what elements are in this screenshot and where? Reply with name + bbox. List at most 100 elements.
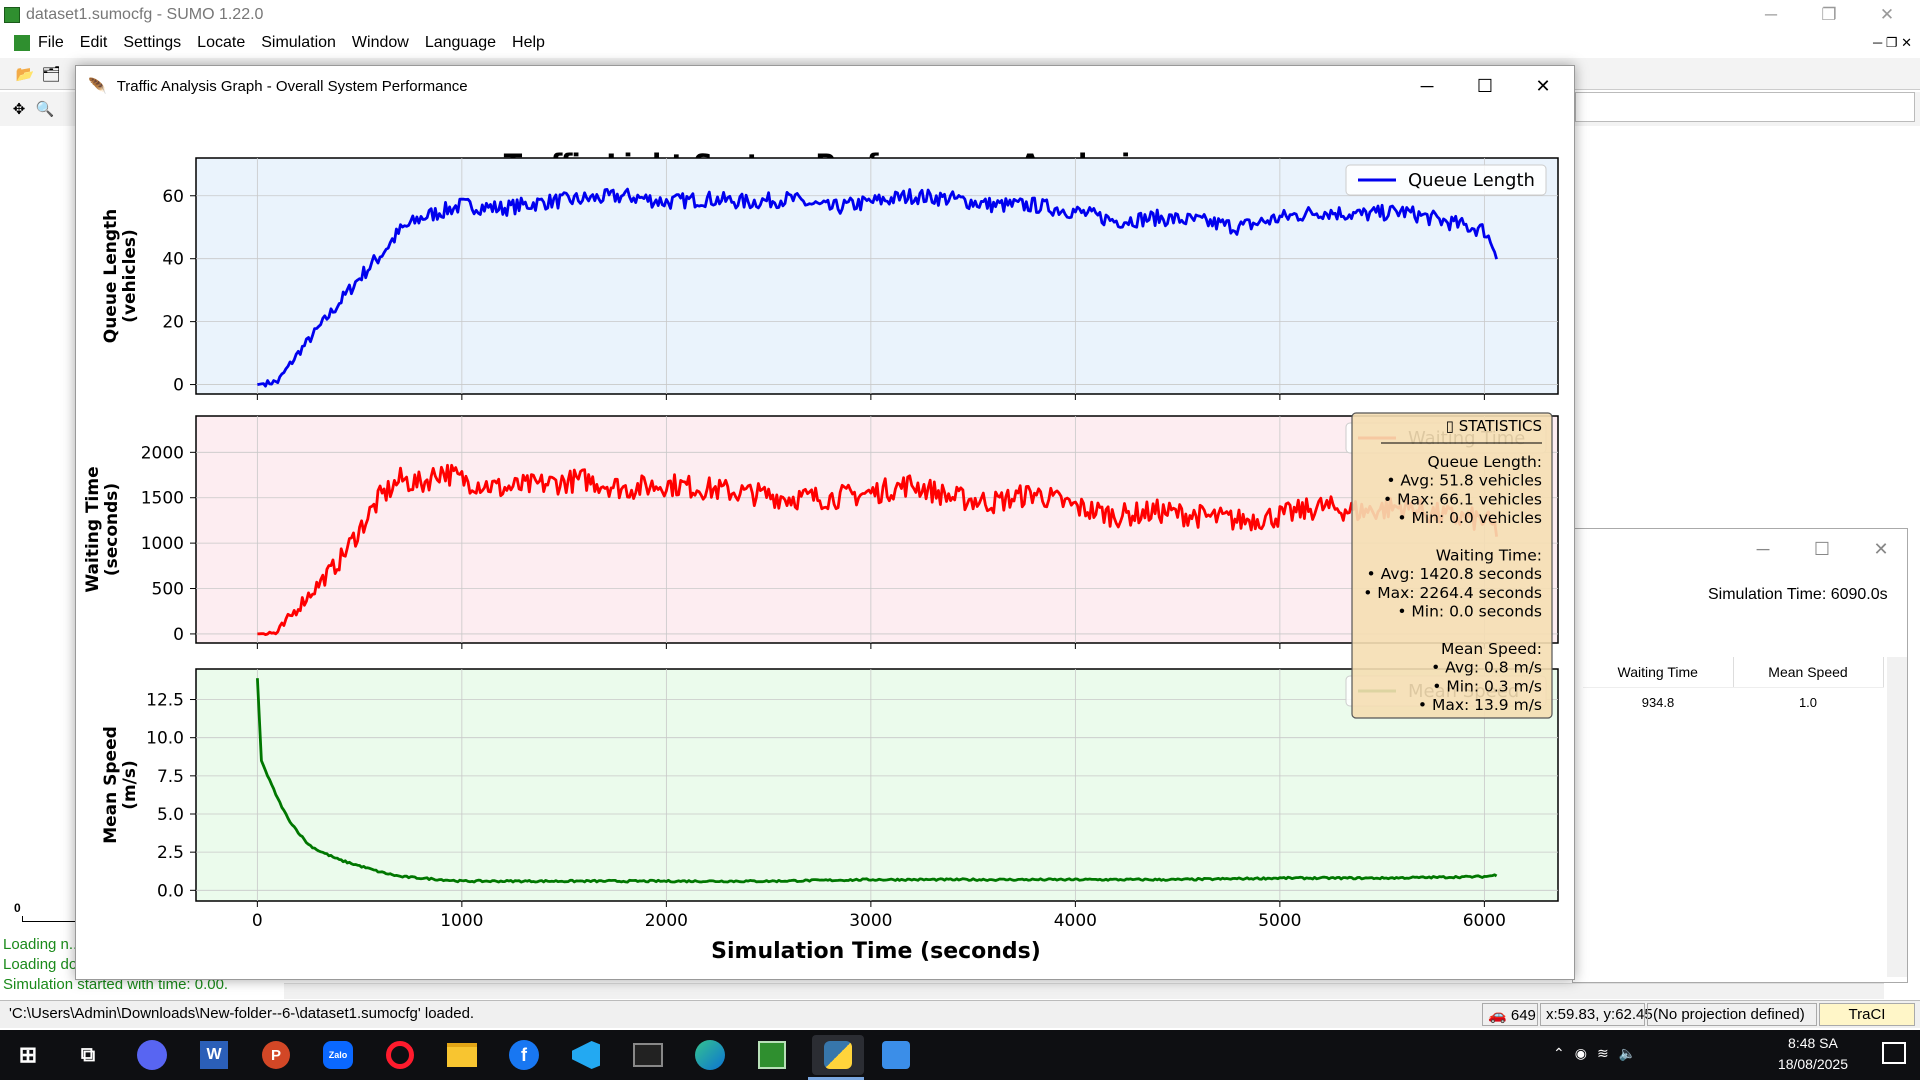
terminal-icon[interactable]	[628, 1035, 668, 1075]
open-folder-icon[interactable]: 📂	[14, 63, 36, 85]
sumo-title-bar: dataset1.sumocfg - SUMO 1.22.0	[0, 0, 1920, 30]
menu-language[interactable]: Language	[425, 34, 496, 52]
word-icon[interactable]: W	[194, 1035, 234, 1075]
monitor-close-button[interactable]: ✕	[1861, 534, 1901, 564]
menu-window[interactable]: Window	[352, 34, 409, 52]
menu-simulation[interactable]: Simulation	[261, 34, 336, 52]
graph-maximize-button[interactable]: ☐	[1456, 66, 1514, 106]
sumo-app-icon	[4, 7, 20, 23]
y-axis-label: Queue Length(vehicles)	[101, 209, 140, 344]
menu-bar: File Edit Settings Locate Simulation Win…	[0, 30, 1920, 56]
y-tick-label: 2000	[141, 443, 184, 463]
photos-icon[interactable]	[876, 1035, 916, 1075]
status-bar: 'C:\Users\Admin\Downloads\New-folder--6-…	[0, 1000, 1920, 1028]
car-icon: 🚗	[1488, 1007, 1507, 1024]
monitor-minimize-button[interactable]: ─	[1743, 534, 1783, 564]
column-header-mean-speed[interactable]: Mean Speed	[1733, 657, 1884, 688]
opera-icon[interactable]	[380, 1035, 420, 1075]
performance-chart: Traffic Light System Performance Analysi…	[83, 149, 1559, 964]
statistics-line: Waiting Time:	[1436, 547, 1542, 565]
simulation-time-label: Simulation Time: 6090.0s	[1708, 586, 1888, 603]
menu-help[interactable]: Help	[512, 34, 545, 52]
status-file-loaded: 'C:\Users\Admin\Downloads\New-folder--6-…	[9, 1005, 475, 1022]
monitor-maximize-button[interactable]: ☐	[1802, 534, 1842, 564]
table-row: 934.8 1.0	[1583, 687, 1883, 717]
statistics-line: • Max: 2264.4 seconds	[1363, 584, 1542, 602]
x-tick-label: 6000	[1463, 911, 1506, 931]
y-tick-label: 500	[152, 580, 184, 600]
sumo-restore-button[interactable]: ❐	[1800, 0, 1858, 30]
sumo-icon[interactable]	[752, 1035, 792, 1075]
statistics-line: • Avg: 51.8 vehicles	[1386, 472, 1542, 490]
canvas-scale-label: 0	[14, 901, 21, 915]
system-tray-icons[interactable]: ⌃◉≋🔈	[1553, 1045, 1646, 1062]
graph-minimize-button[interactable]: ─	[1398, 66, 1456, 106]
horizontal-scrollbar[interactable]	[284, 983, 1884, 999]
statistics-line: • Max: 66.1 vehicles	[1383, 490, 1542, 508]
vehicle-count-value: 649	[1510, 1007, 1536, 1024]
windows-start-icon[interactable]: ⊞	[8, 1035, 48, 1075]
sumo-minimize-button[interactable]: ─	[1742, 0, 1800, 30]
statistics-line: • Min: 0.3 m/s	[1432, 677, 1542, 695]
y-axis-label: Mean Speed(m/s)	[101, 726, 140, 844]
sumo-canvas[interactable]: 0	[0, 126, 80, 941]
statistics-line: Queue Length:	[1427, 453, 1542, 471]
discord-icon[interactable]	[132, 1035, 172, 1075]
taskbar: ⊞ ⧉ W P Zalo f ⌃◉≋🔈 8:48 SA 18/08/2025	[0, 1030, 1920, 1080]
notification-icon[interactable]	[1882, 1042, 1906, 1064]
menu-file[interactable]: File	[38, 34, 64, 52]
y-tick-label: 40	[162, 250, 184, 270]
zoom-icon[interactable]: 🔍	[34, 98, 56, 120]
y-tick-label: 0	[173, 625, 184, 645]
mdi-controls[interactable]: ─ ❐ ✕	[1873, 35, 1912, 51]
x-axis-label: Simulation Time (seconds)	[711, 939, 1041, 964]
sumo-window-title: dataset1.sumocfg - SUMO 1.22.0	[26, 6, 264, 23]
menu-edit[interactable]: Edit	[80, 34, 108, 52]
y-tick-label: 7.5	[157, 767, 184, 787]
menu-settings[interactable]: Settings	[123, 34, 181, 52]
y-axis-label-line: (vehicles)	[120, 229, 140, 323]
view-selector[interactable]	[1575, 92, 1915, 122]
monitor-table: Waiting Time Mean Speed 934.8 1.0	[1583, 657, 1884, 717]
task-view-icon[interactable]: ⧉	[68, 1035, 108, 1075]
y-axis-label-line: Queue Length	[101, 209, 121, 344]
file-explorer-icon[interactable]	[442, 1035, 482, 1075]
sumo-menu-icon	[14, 35, 30, 51]
x-tick-label: 4000	[1054, 911, 1097, 931]
powerpoint-icon[interactable]: P	[256, 1035, 296, 1075]
clock-date: 18/08/2025	[1777, 1056, 1848, 1072]
column-header-waiting-time[interactable]: Waiting Time	[1583, 657, 1734, 688]
pan-icon[interactable]: ✥	[8, 98, 30, 120]
facebook-icon[interactable]: f	[504, 1035, 544, 1075]
taskbar-clock[interactable]: 8:48 SA 18/08/2025	[1778, 1033, 1848, 1075]
status-projection: (No projection defined)	[1647, 1003, 1817, 1026]
y-axis-label-line: Mean Speed	[101, 726, 121, 844]
sumo-close-button[interactable]: ✕	[1858, 0, 1916, 30]
y-tick-label: 12.5	[146, 691, 184, 711]
y-tick-label: 10.0	[146, 729, 184, 749]
cell-waiting-time: 934.8	[1641, 694, 1675, 710]
y-axis-label-line: (seconds)	[102, 483, 122, 576]
y-tick-label: 0	[173, 376, 184, 396]
vscode-icon[interactable]	[566, 1035, 606, 1075]
statistics-line: • Min: 0.0 vehicles	[1397, 509, 1542, 527]
canvas-scale-bar	[22, 916, 77, 922]
clock-time: 8:48 SA	[1788, 1035, 1838, 1051]
y-tick-label: 1500	[141, 489, 184, 509]
graph-close-button[interactable]: ✕	[1514, 66, 1572, 106]
graph-window-title-bar: 🪶 Traffic Analysis Graph - Overall Syste…	[76, 66, 1574, 106]
open-network-icon[interactable]: 🗂	[40, 63, 62, 85]
y-axis-label-line: (m/s)	[120, 760, 140, 810]
y-tick-label: 20	[162, 313, 184, 333]
statistics-header: ▯ STATISTICS	[1446, 417, 1542, 435]
python-icon[interactable]	[812, 1035, 864, 1075]
statistics-line: • Avg: 0.8 m/s	[1431, 659, 1542, 677]
menu-locate[interactable]: Locate	[197, 34, 245, 52]
edge-icon[interactable]	[690, 1035, 730, 1075]
cell-mean-speed: 1.0	[1798, 694, 1818, 710]
zalo-icon[interactable]: Zalo	[318, 1035, 358, 1075]
y-axis-label: Waiting Time(seconds)	[83, 466, 122, 592]
status-coordinates: x:59.83, y:62.45	[1540, 1003, 1653, 1026]
monitor-vertical-scrollbar[interactable]	[1887, 657, 1907, 977]
x-tick-label: 0	[252, 911, 263, 931]
